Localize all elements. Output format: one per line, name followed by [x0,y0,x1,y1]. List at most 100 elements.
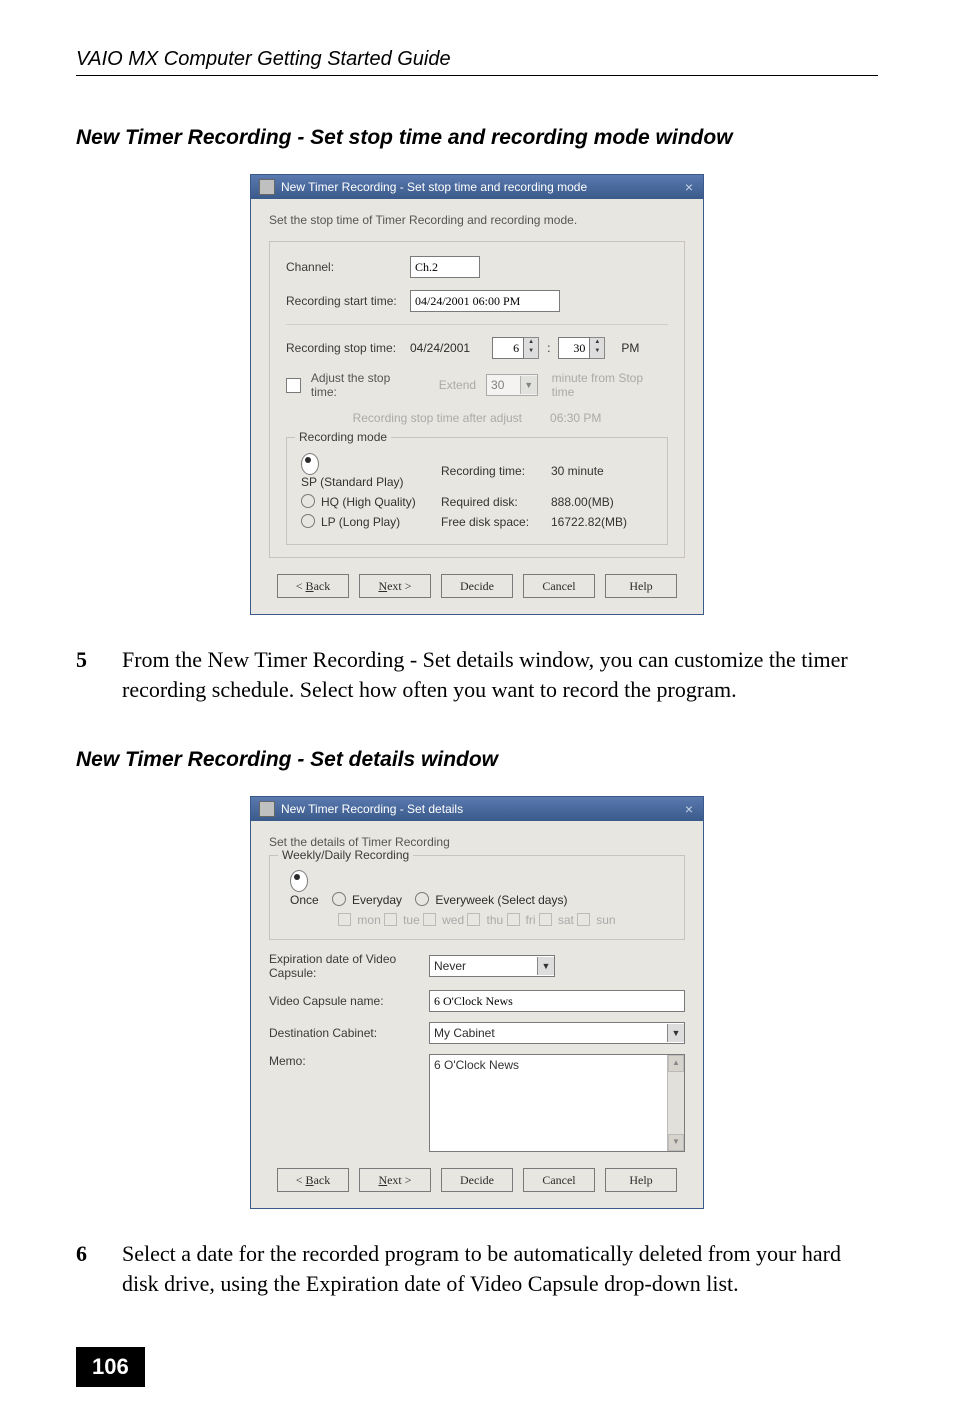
chk-mon [338,913,351,926]
memo-label: Memo: [269,1054,419,1068]
scroll-up-icon[interactable]: ▲ [668,1055,684,1072]
start-time-label: Recording start time: [286,294,406,308]
recording-time-value: 30 minute [551,464,604,478]
channel-input[interactable] [410,256,480,278]
days-row: mon tue wed thu fri sat sun [284,913,670,927]
help-button[interactable]: Help [605,1168,677,1192]
after-adjust-value: 06:30 PM [550,411,601,425]
close-icon[interactable]: × [683,801,695,817]
recording-mode-group: Recording mode SP (Standard Play) Record… [286,437,668,545]
step-6-number: 6 [76,1239,94,1298]
chk-sat [539,913,552,926]
close-icon[interactable]: × [683,179,695,195]
radio-everyday-label: Everyday [352,893,402,907]
radio-sp[interactable] [301,453,319,475]
chk-tue [384,913,397,926]
dialog-stop-time: New Timer Recording - Set stop time and … [250,174,704,615]
stop-hour-stepper[interactable]: ▲▼ [492,337,539,359]
scrollbar[interactable]: ▲▼ [667,1055,684,1151]
dialog1-title-text: New Timer Recording - Set stop time and … [281,180,587,194]
chevron-down-icon: ▼ [520,376,537,394]
dialog2-title-text: New Timer Recording - Set details [281,802,463,816]
radio-once-label: Once [290,893,319,907]
cancel-button[interactable]: Cancel [523,574,595,598]
recording-mode-group-label: Recording mode [295,430,391,444]
step-6: 6 Select a date for the recorded program… [76,1239,878,1298]
extend-after-label: minute from Stop time [552,371,668,399]
spinner-icon[interactable]: ▲▼ [524,337,539,359]
radio-everyday[interactable] [332,892,346,906]
memo-textarea[interactable]: 6 O'Clock News ▲▼ [429,1054,685,1152]
expiration-select[interactable]: Never ▼ [429,955,555,977]
capsule-name-label: Video Capsule name: [269,994,419,1008]
decide-button[interactable]: Decide [441,1168,513,1192]
section2-title: New Timer Recording - Set details window [76,748,878,772]
weekly-daily-group-label: Weekly/Daily Recording [278,848,413,862]
chevron-down-icon[interactable]: ▼ [537,957,554,975]
extend-value: 30 [491,378,504,392]
dialog2-titlebar: New Timer Recording - Set details × [251,797,703,821]
step-6-text: Select a date for the recorded program t… [122,1239,878,1298]
radio-everyweek[interactable] [415,892,429,906]
dialog2-button-row: < Back Next > Decide Cancel Help [269,1168,685,1192]
dialog2-intro: Set the details of Timer Recording [269,835,685,849]
next-button[interactable]: Next > [359,574,431,598]
next-button[interactable]: Next > [359,1168,431,1192]
radio-lp-label: LP (Long Play) [321,515,400,529]
free-disk-label: Free disk space: [441,515,551,529]
stop-min-input[interactable] [558,337,590,359]
step-5-text: From the New Timer Recording - Set detai… [122,645,878,704]
decide-button[interactable]: Decide [441,574,513,598]
capsule-name-input[interactable] [429,990,685,1012]
page-number: 106 [76,1347,145,1387]
dialog1-fieldset: Channel: Recording start time: Recording… [269,241,685,558]
expiration-label: Expiration date of Video Capsule: [269,952,419,980]
extend-select: 30 ▼ [486,374,538,396]
colon: : [547,341,550,355]
guide-title: VAIO MX Computer Getting Started Guide [76,48,878,76]
weekly-daily-group: Weekly/Daily Recording Once Everyday Eve… [269,855,685,940]
radio-lp[interactable] [301,514,315,528]
extend-label: Extend [439,378,476,392]
scroll-down-icon[interactable]: ▼ [668,1134,684,1151]
after-adjust-label: Recording stop time after adjust [353,411,522,425]
back-button[interactable]: < Back [277,1168,349,1192]
ampm-text: PM [621,341,639,355]
channel-label: Channel: [286,260,406,274]
spinner-icon[interactable]: ▲▼ [590,337,605,359]
radio-sp-label: SP (Standard Play) [301,475,404,489]
chevron-down-icon[interactable]: ▼ [667,1024,684,1042]
adjust-checkbox[interactable] [286,378,301,393]
recording-time-label: Recording time: [441,464,551,478]
dialog-set-details: New Timer Recording - Set details × Set … [250,796,704,1209]
chk-thu [467,913,480,926]
stop-min-stepper[interactable]: ▲▼ [558,337,605,359]
stop-hour-input[interactable] [492,337,524,359]
back-button[interactable]: < Back [277,574,349,598]
step-5: 5 From the New Timer Recording - Set det… [76,645,878,704]
required-disk-label: Required disk: [441,495,551,509]
app-icon [259,179,275,195]
cancel-button[interactable]: Cancel [523,1168,595,1192]
radio-once[interactable] [290,870,308,892]
app-icon [259,801,275,817]
start-time-input[interactable] [410,290,560,312]
radio-hq-label: HQ (High Quality) [321,495,416,509]
dialog1-button-row: < Back Next > Decide Cancel Help [269,574,685,598]
section1-title: New Timer Recording - Set stop time and … [76,126,878,150]
destination-cabinet-value: My Cabinet [434,1026,495,1040]
stop-date-text: 04/24/2001 [410,341,470,355]
memo-value: 6 O'Clock News [434,1058,519,1072]
required-disk-value: 888.00(MB) [551,495,614,509]
destination-cabinet-select[interactable]: My Cabinet ▼ [429,1022,685,1044]
free-disk-value: 16722.82(MB) [551,515,627,529]
chk-fri [507,913,520,926]
chk-wed [423,913,436,926]
step-5-number: 5 [76,645,94,704]
chk-sun [577,913,590,926]
radio-hq[interactable] [301,494,315,508]
destination-cabinet-label: Destination Cabinet: [269,1026,419,1040]
help-button[interactable]: Help [605,574,677,598]
adjust-label: Adjust the stop time: [311,371,419,399]
dialog1-titlebar: New Timer Recording - Set stop time and … [251,175,703,199]
